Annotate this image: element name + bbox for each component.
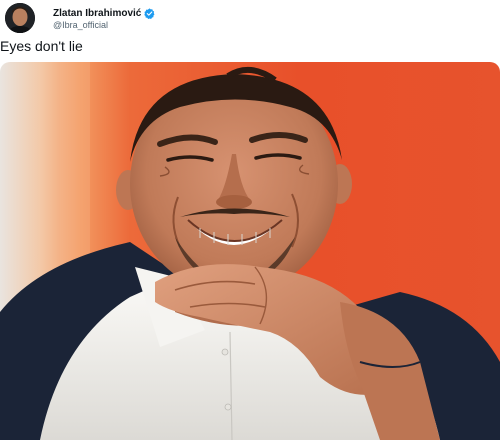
author-handle[interactable]: @Ibra_official — [53, 20, 108, 30]
tweet-photo[interactable] — [0, 62, 500, 440]
avatar-photo — [5, 3, 35, 33]
verified-badge-icon — [144, 7, 155, 19]
portrait-photo — [0, 62, 500, 440]
tweet-header: Zlatan Ibrahimović @Ibra_official — [5, 3, 495, 33]
author-display-name[interactable]: Zlatan Ibrahimović — [53, 8, 141, 19]
name-row: Zlatan Ibrahimović — [53, 6, 155, 20]
avatar[interactable] — [5, 3, 35, 33]
tweet-text: Eyes don't lie — [0, 38, 83, 54]
